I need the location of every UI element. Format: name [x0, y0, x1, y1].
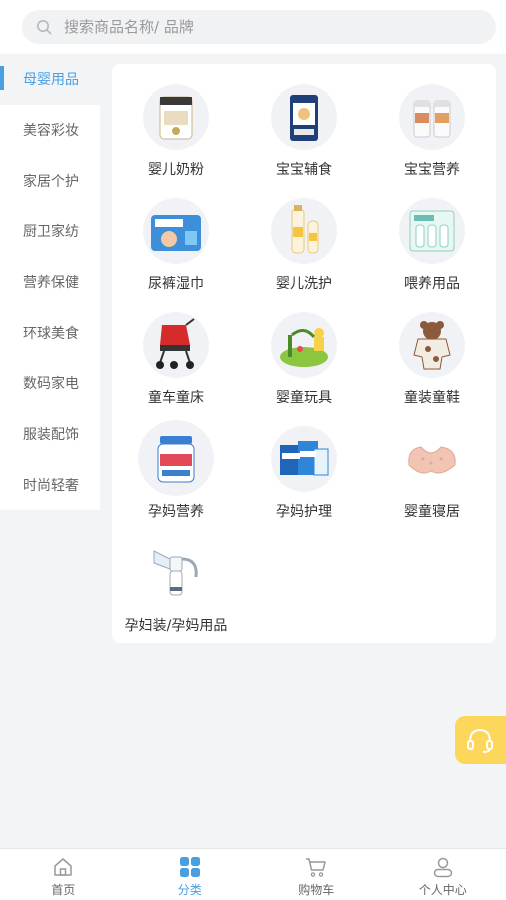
sidebar-item-label: 美容彩妆: [23, 123, 79, 140]
sidebar-item-label: 数码家电: [23, 376, 79, 393]
sidebar-item-kitchen-textile[interactable]: 厨卫家纺: [0, 206, 100, 257]
category-item-diapers[interactable]: 尿裤湿巾: [112, 178, 240, 292]
search-box[interactable]: [22, 10, 496, 44]
category-label: 童车童床: [148, 390, 204, 406]
category-label: 婴童寝居: [404, 504, 460, 520]
feeding-bottles-icon: [399, 198, 465, 264]
sidebar-item-label: 环球美食: [23, 325, 79, 342]
subcategory-panel: 婴儿奶粉 宝宝辅食 宝宝营养 尿裤湿巾 婴儿洗护 喂养用品 童车童床 婴童玩具 …: [112, 64, 496, 643]
category-item-baby-food[interactable]: 宝宝辅食: [240, 64, 368, 178]
tab-label: 购物车: [298, 883, 335, 897]
category-item-prenatal-nutrition[interactable]: 孕妈营养: [112, 406, 240, 520]
maternity-care-kit-icon: [271, 426, 337, 492]
category-label: 孕妇装/孕妈用品: [124, 618, 228, 634]
home-icon: [54, 858, 72, 876]
toy-playset-icon: [271, 312, 337, 378]
category-label: 尿裤湿巾: [148, 276, 204, 292]
category-item-prenatal-care[interactable]: 孕妈护理: [240, 406, 368, 520]
sidebar-item-label: 母婴用品: [23, 72, 79, 89]
diaper-pack-icon: [143, 198, 209, 264]
category-label: 孕妈护理: [276, 504, 332, 520]
tab-home[interactable]: 首页: [0, 849, 127, 900]
sidebar-item-label: 服装配饰: [23, 427, 79, 444]
baby-lotion-icon: [271, 198, 337, 264]
supplement-bottles-icon: [399, 84, 465, 150]
grid-category-icon: [179, 857, 200, 877]
category-item-stroller[interactable]: 童车童床: [112, 292, 240, 406]
category-label: 婴儿奶粉: [148, 162, 204, 178]
baby-food-jar-icon: [271, 84, 337, 150]
bear-romper-icon: [399, 312, 465, 378]
tab-label: 分类: [177, 883, 202, 897]
category-item-toys[interactable]: 婴童玩具: [240, 292, 368, 406]
category-label: 孕妈营养: [148, 504, 204, 520]
headset-icon: [467, 728, 493, 753]
tab-category[interactable]: 分类: [127, 849, 254, 900]
milk-powder-can-icon: [143, 84, 209, 150]
category-item-baby-nutrition[interactable]: 宝宝营养: [368, 64, 496, 178]
category-item-maternity-wear[interactable]: 孕妇装/孕妈用品: [112, 520, 240, 634]
sidebar-item-maternal-baby[interactable]: 母婴用品: [0, 54, 100, 105]
category-item-milk-powder[interactable]: 婴儿奶粉: [112, 64, 240, 178]
customer-service-button[interactable]: [455, 716, 506, 764]
sidebar-item-label: 厨卫家纺: [23, 224, 79, 241]
category-label: 宝宝营养: [404, 162, 460, 178]
sidebar-item-label: 营养保健: [23, 275, 79, 292]
search-bar: [0, 0, 506, 54]
search-input[interactable]: [64, 10, 484, 44]
baby-pillow-icon: [399, 426, 465, 492]
user-icon: [433, 857, 452, 878]
stroller-icon: [143, 312, 209, 378]
category-item-baby-wash[interactable]: 婴儿洗护: [240, 178, 368, 292]
prenatal-vitamin-icon: [138, 420, 214, 496]
tab-profile[interactable]: 个人中心: [380, 849, 506, 900]
category-label: 婴童玩具: [276, 390, 332, 406]
tab-label: 首页: [51, 883, 76, 897]
category-item-baby-bedding[interactable]: 婴童寝居: [368, 406, 496, 520]
sidebar-item-beauty[interactable]: 美容彩妆: [0, 104, 100, 156]
category-label: 喂养用品: [404, 276, 460, 292]
category-sidebar: 母婴用品 美容彩妆 家居个护 厨卫家纺 营养保健 环球美食 数码家电 服装配饰 …: [0, 54, 100, 511]
category-label: 童装童鞋: [404, 390, 460, 406]
cart-icon: [306, 858, 326, 877]
sidebar-item-global-food[interactable]: 环球美食: [0, 307, 100, 359]
breast-pump-icon: [143, 540, 209, 606]
tab-cart[interactable]: 购物车: [253, 849, 380, 900]
sidebar-item-apparel[interactable]: 服装配饰: [0, 408, 100, 460]
sidebar-item-home-care[interactable]: 家居个护: [0, 155, 100, 207]
sidebar-item-label: 家居个护: [23, 173, 79, 190]
sidebar-item-nutrition[interactable]: 营养保健: [0, 256, 100, 308]
subcategory-grid: 婴儿奶粉 宝宝辅食 宝宝营养 尿裤湿巾 婴儿洗护 喂养用品 童车童床 婴童玩具 …: [112, 64, 496, 643]
sidebar-item-digital[interactable]: 数码家电: [0, 358, 100, 409]
category-label: 宝宝辅食: [276, 162, 332, 178]
sidebar-item-luxury[interactable]: 时尚轻奢: [0, 459, 100, 511]
bottom-tab-bar: 首页 分类 购物车 个人中心: [0, 848, 506, 900]
search-icon: [37, 20, 52, 35]
category-label: 婴儿洗护: [276, 276, 332, 292]
tab-label: 个人中心: [418, 883, 467, 897]
category-item-feeding[interactable]: 喂养用品: [368, 178, 496, 292]
category-item-kids-clothing[interactable]: 童装童鞋: [368, 292, 496, 406]
sidebar-item-label: 时尚轻奢: [23, 477, 79, 494]
